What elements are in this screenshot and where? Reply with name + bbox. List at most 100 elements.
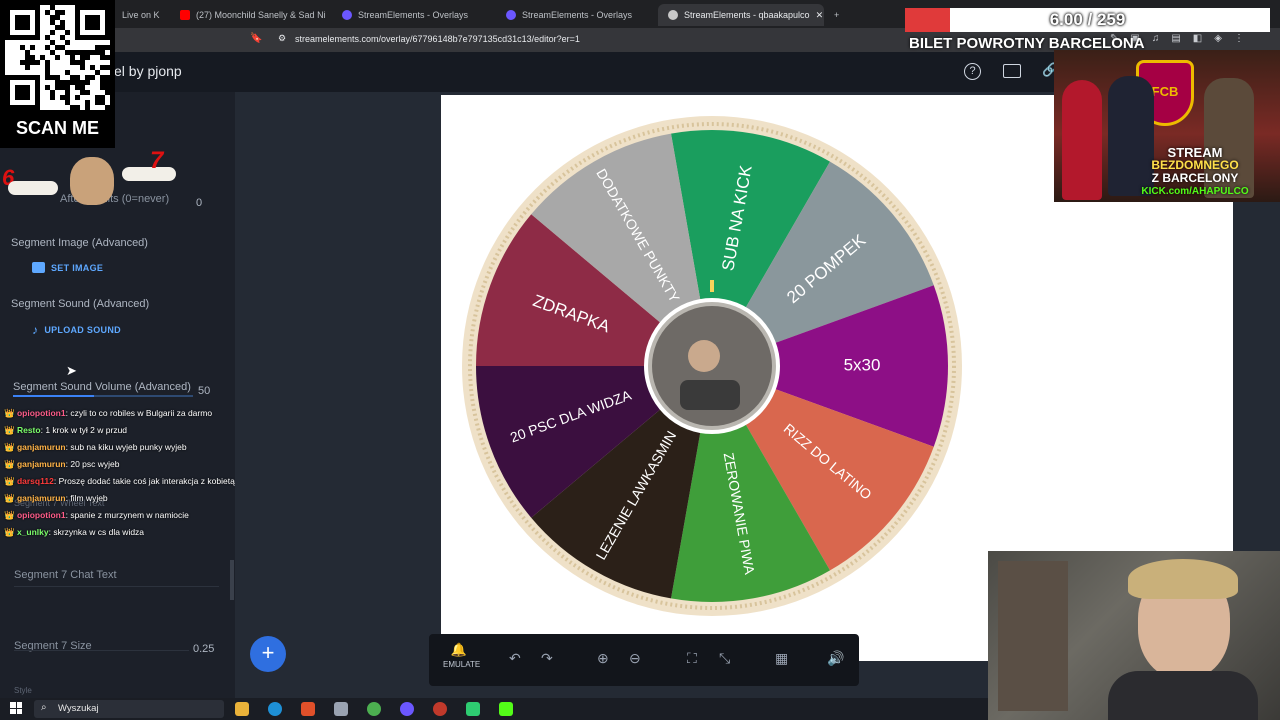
store-icon[interactable] xyxy=(334,702,348,716)
qr-module xyxy=(45,85,50,90)
qr-module xyxy=(80,80,85,85)
preview-icon[interactable] xyxy=(1003,64,1021,78)
qr-module xyxy=(100,85,105,90)
qr-module xyxy=(60,95,65,100)
after-results-value[interactable]: 0 xyxy=(196,197,202,209)
url-text[interactable]: streamelements.com/overlay/67796148b7e79… xyxy=(295,34,580,44)
emulate-button[interactable]: 🔔 EMULATE xyxy=(443,642,480,669)
qr-module xyxy=(45,70,50,75)
qr-module xyxy=(105,75,110,80)
hand-right xyxy=(122,167,176,181)
qr-module xyxy=(50,5,55,10)
chat-username: darsq112 xyxy=(16,476,54,486)
qr-module xyxy=(65,90,70,95)
brave-icon[interactable] xyxy=(301,702,315,716)
prize-wheel: SUB NA KICK 20 POMPEK5x30RIZZ DO LATINOZE… xyxy=(462,116,962,616)
streamelements-icon xyxy=(506,10,516,20)
qr-module xyxy=(75,60,80,65)
qr-module xyxy=(25,65,30,70)
app-icon[interactable] xyxy=(466,702,480,716)
panel-scrollbar[interactable] xyxy=(230,560,234,600)
mouse-cursor-icon: ➤ xyxy=(66,363,77,378)
crown-badge-icon: 👑 xyxy=(4,425,17,435)
size-slider[interactable] xyxy=(14,650,189,651)
tab-kick[interactable]: Live on K xyxy=(112,4,172,26)
chat-text: film wyjeb xyxy=(70,493,108,503)
qr-module xyxy=(100,95,105,100)
qr-module xyxy=(45,75,50,80)
close-tab-icon[interactable]: ✕ xyxy=(816,10,824,21)
qr-module xyxy=(100,100,105,105)
fit-screen-icon[interactable]: ⛶ xyxy=(687,650,697,667)
qr-module xyxy=(75,95,80,100)
qr-module xyxy=(50,15,55,20)
streamelements-icon xyxy=(668,10,678,20)
person-left xyxy=(1062,80,1102,200)
qr-module xyxy=(100,65,105,70)
qr-module xyxy=(60,20,65,25)
qr-module xyxy=(65,50,70,55)
zoom-in-icon[interactable]: ⊕ xyxy=(597,650,609,667)
qr-module xyxy=(105,90,110,95)
cat-head xyxy=(70,157,114,205)
chat-text: sub na kiku wyjeb punky wyjeb xyxy=(70,442,187,452)
zoom-out-icon[interactable]: ⊖ xyxy=(629,650,641,667)
add-widget-button[interactable]: + xyxy=(250,636,286,672)
redo-icon[interactable]: ↷ xyxy=(541,650,553,667)
upload-sound-button[interactable]: ♪ UPLOAD SOUND xyxy=(32,323,121,337)
qr-module xyxy=(55,55,60,60)
tab-qbaakapulco[interactable]: StreamElements - qbaakapulco ✕ xyxy=(658,4,824,26)
qr-module xyxy=(60,25,65,30)
obs-icon[interactable] xyxy=(400,702,414,716)
qr-module xyxy=(50,20,55,25)
tab-youtube[interactable]: (27) Moonchild Sanelly & Sad Ni xyxy=(170,4,330,26)
chat-username: ganjamurun xyxy=(16,493,66,503)
qr-module xyxy=(80,50,85,55)
qr-module xyxy=(55,85,60,90)
goal-banner: 6.00 / 259 BILET POWROTNY BARCELONA xyxy=(905,8,1270,54)
qr-module xyxy=(85,90,90,95)
qr-module xyxy=(105,85,110,90)
volume-icon[interactable]: 🔊 xyxy=(827,650,844,667)
canvas-toolbar: 🔔 EMULATE ↶ ↷ ⊕ ⊖ ⛶ ⤡ ▦ 🔊 xyxy=(429,634,859,686)
app-icon[interactable] xyxy=(433,702,447,716)
scan-me-label: SCAN ME xyxy=(15,118,99,138)
qr-module xyxy=(105,80,110,85)
chat-message: 👑 ganjamurun: 20 psc wyjeb xyxy=(0,459,260,476)
qr-module xyxy=(50,95,55,100)
new-tab-button[interactable]: + xyxy=(824,4,848,26)
tab-overlays-1[interactable]: StreamElements - Overlays xyxy=(332,4,492,26)
set-image-button[interactable]: SET IMAGE xyxy=(32,262,103,273)
edge-icon[interactable] xyxy=(268,702,282,716)
taskbar-search[interactable]: ⌕ Wyszukaj xyxy=(34,700,224,718)
collapse-icon[interactable]: ⤡ xyxy=(719,650,730,667)
grid-icon[interactable]: ▦ xyxy=(775,650,788,667)
chat-overlay: 👑 opiopotion1: czyli to co robiles w Bul… xyxy=(0,408,260,544)
bookmark-icon[interactable]: 🔖 xyxy=(250,33,262,44)
tab-overlays-2[interactable]: StreamElements - Overlays xyxy=(496,4,656,26)
undo-icon[interactable]: ↶ xyxy=(509,650,521,667)
chat-message: 👑 x_unlky: skrzynka w cs dla widza xyxy=(0,527,260,544)
crown-badge-icon: 👑 xyxy=(4,510,17,520)
chrome-icon[interactable] xyxy=(367,702,381,716)
file-explorer-icon[interactable] xyxy=(235,702,249,716)
qr-module xyxy=(100,45,105,50)
webcam-background-shelf xyxy=(998,561,1068,711)
plus-icon: + xyxy=(834,10,840,20)
kick-icon[interactable] xyxy=(499,702,513,716)
qr-module xyxy=(50,50,55,55)
tab-label: (27) Moonchild Sanelly & Sad Ni xyxy=(196,10,326,20)
chat-text-label: Segment 7 Chat Text xyxy=(14,569,117,581)
sound-volume-slider[interactable] xyxy=(13,395,193,397)
chat-username: ganjamurun xyxy=(16,442,66,452)
crown-badge-icon: 👑 xyxy=(4,476,17,486)
qr-module xyxy=(15,85,30,100)
chat-text-input[interactable] xyxy=(14,586,219,587)
chat-message: 👑 opiopotion1: czyli to co robiles w Bul… xyxy=(0,408,260,425)
webcam-feed xyxy=(988,551,1280,720)
qr-module xyxy=(45,35,50,40)
windows-start-icon[interactable] xyxy=(10,702,22,714)
site-settings-icon[interactable]: ⚙ xyxy=(278,33,286,44)
qr-module xyxy=(55,45,60,50)
help-icon[interactable]: ? xyxy=(964,63,981,80)
